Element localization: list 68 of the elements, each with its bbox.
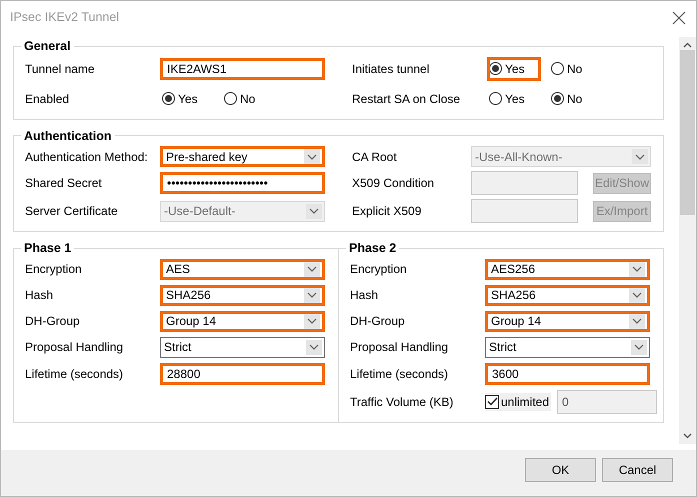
field-label: Tunnel name [25,60,96,78]
field-label: Proposal Handling [25,339,124,356]
field-label: Proposal Handling [350,339,450,356]
field-label: Restart SA on Close [352,90,462,108]
dropdown[interactable]: Group 14 [160,310,325,332]
vertical-scrollbar[interactable] [679,37,696,444]
dropdown[interactable]: Strict [160,336,325,358]
field-label: Encryption [350,261,408,278]
field-label: Authentication Method: [25,148,149,166]
text-field[interactable]: IKE2AWS1 [160,58,325,80]
field-label: Shared Secret [25,175,103,192]
field-label: DH-Group [350,313,406,330]
dropdown[interactable]: SHA256 [485,284,650,306]
field-label: Hash [25,287,54,304]
chevron-down-icon [304,262,320,276]
dialog-button[interactable]: OK [525,458,596,482]
chevron-down-icon [306,204,322,218]
radio-button[interactable] [224,92,237,105]
dialog-button[interactable]: Cancel [602,458,673,482]
radio-button[interactable] [551,62,564,75]
radio-label[interactable]: Yes [505,90,525,108]
chevron-down-icon [632,149,648,164]
group-title: Authentication [23,130,112,142]
chevron-down-icon [629,314,645,328]
radio-label[interactable]: Yes [178,90,198,108]
password-field[interactable]: •••••••••••••••••••••••• [160,172,325,194]
group-title: Phase 2 [348,242,398,254]
field-label: Encryption [25,261,83,278]
chevron-down-icon [304,288,320,302]
chevron-down-icon[interactable] [683,433,692,439]
dropdown[interactable]: AES256 [485,258,650,280]
field-label: Initiates tunnel [352,60,430,78]
chevron-down-icon [306,340,322,354]
radio-button[interactable] [489,92,502,105]
chevron-down-icon [304,314,320,328]
chevron-down-icon [629,288,645,302]
radio-label[interactable]: Yes [505,60,525,78]
radio-label[interactable]: No [567,60,582,78]
field-label: Hash [350,287,380,304]
close-icon[interactable] [672,10,686,24]
text-field[interactable]: 3600 [485,362,650,384]
field-label: Lifetime (seconds) [25,366,124,382]
window-title: IPsec IKEv2 Tunnel [10,9,120,26]
group-title: Phase 1 [23,242,72,254]
radio-button[interactable] [489,62,502,75]
group-title: General [23,40,72,52]
field-label: CA Root [352,148,398,166]
field-label: Server Certificate [25,203,119,220]
field-label: Enabled [25,90,70,108]
dropdown[interactable]: AES [160,258,325,280]
field-label: Explicit X509 [352,203,422,220]
radio-button[interactable] [551,92,564,105]
text-field[interactable]: 28800 [160,362,325,384]
radio-button[interactable] [162,92,175,105]
chevron-down-icon [629,262,645,276]
field-label: DH-Group [25,313,81,330]
field-label: X509 Condition [352,175,436,192]
radio-label[interactable]: No [567,90,582,108]
dropdown[interactable]: Group 14 [485,310,650,332]
chevron-up-icon[interactable] [683,42,692,48]
dropdown[interactable]: Pre-shared key [160,146,325,167]
field-label: Lifetime (seconds) [350,366,450,382]
chevron-down-icon [631,340,647,354]
field-label: Traffic Volume (KB) [350,394,454,410]
dropdown[interactable]: SHA256 [160,284,325,306]
dropdown[interactable]: Strict [485,336,650,358]
chevron-down-icon [304,149,320,164]
radio-label[interactable]: No [240,90,256,108]
